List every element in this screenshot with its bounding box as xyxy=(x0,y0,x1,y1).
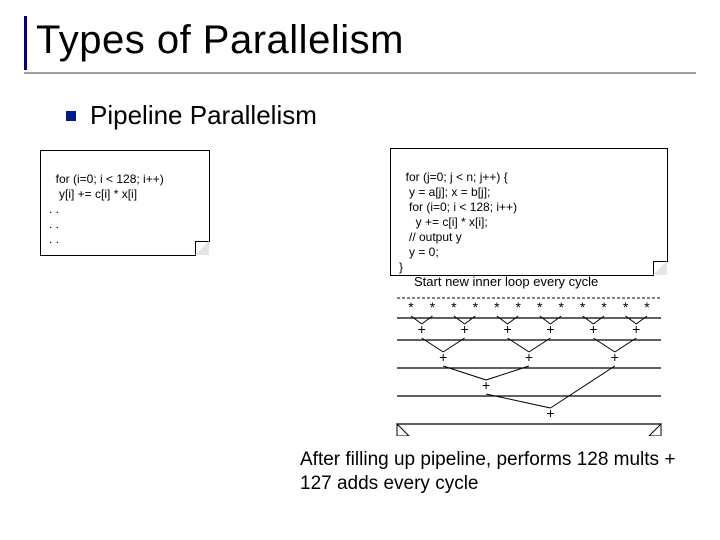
subheading: Pipeline Parallelism xyxy=(90,100,317,131)
svg-text:+: + xyxy=(525,349,533,365)
page-fold-icon xyxy=(653,261,668,276)
svg-text:*: * xyxy=(494,299,500,315)
code-snippet-left: for (i=0; i < 128; i++) y[i] += c[i] * x… xyxy=(40,150,210,256)
slide-title: Types of Parallelism xyxy=(36,18,404,63)
bullet-square-icon xyxy=(66,111,76,121)
svg-text:+: + xyxy=(589,321,597,337)
svg-text:+: + xyxy=(439,349,447,365)
svg-text:*: * xyxy=(473,299,479,315)
svg-text:+: + xyxy=(546,321,554,337)
code-snippet-right: for (j=0; j < n; j++) { y = a[j]; x = b[… xyxy=(390,148,668,276)
svg-text:*: * xyxy=(644,299,650,315)
code-text-right: for (j=0; j < n; j++) { y = a[j]; x = b[… xyxy=(399,170,517,274)
title-divider xyxy=(24,72,696,74)
code-text-left: for (i=0; i < 128; i++) y[i] += c[i] * x… xyxy=(49,172,164,246)
svg-text:*: * xyxy=(408,299,414,315)
svg-text:*: * xyxy=(601,299,607,315)
svg-text:*: * xyxy=(623,299,629,315)
svg-text:+: + xyxy=(546,405,554,421)
annotation-start-loop: Start new inner loop every cycle xyxy=(414,274,598,289)
page-fold-icon xyxy=(195,241,210,256)
slide-title-block: Types of Parallelism xyxy=(30,18,404,63)
conclusion-text: After filling up pipeline, performs 128 … xyxy=(300,448,700,496)
svg-text:+: + xyxy=(482,377,490,393)
svg-text:+: + xyxy=(503,321,511,337)
svg-text:*: * xyxy=(558,299,564,315)
svg-text:+: + xyxy=(461,321,469,337)
svg-text:*: * xyxy=(537,299,543,315)
pipeline-tree-diagram: ************+++++++++++ xyxy=(395,296,663,426)
svg-text:*: * xyxy=(430,299,436,315)
svg-text:*: * xyxy=(580,299,586,315)
svg-text:*: * xyxy=(516,299,522,315)
bullet-row: Pipeline Parallelism xyxy=(66,100,317,131)
title-accent-rule xyxy=(24,16,27,70)
svg-text:*: * xyxy=(451,299,457,315)
svg-text:+: + xyxy=(418,321,426,337)
svg-text:+: + xyxy=(632,321,640,337)
svg-text:+: + xyxy=(611,349,619,365)
